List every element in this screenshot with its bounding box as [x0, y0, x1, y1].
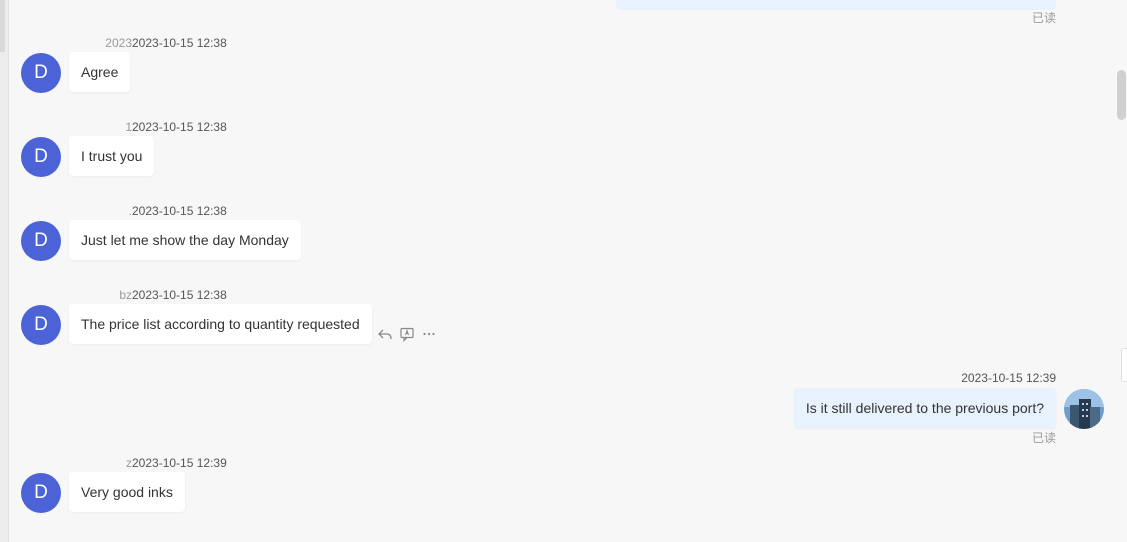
message-meta: .2023-10-15 12:38 — [70, 203, 227, 219]
avatar[interactable]: D — [21, 473, 61, 513]
message-meta: z2023-10-15 12:39 — [70, 455, 227, 471]
message-bubble[interactable]: The price list according to quantity req… — [69, 304, 372, 344]
my-message-time: 2023-10-15 12:39 — [961, 371, 1056, 385]
translate-icon[interactable] — [399, 326, 415, 342]
message-meta: 20232023-10-15 12:38 — [70, 35, 227, 51]
message-meta: 12023-10-15 12:38 — [70, 119, 227, 135]
my-message-bubble[interactable]: Is it still delivered to the previous po… — [793, 388, 1056, 428]
sender-name: . — [128, 204, 132, 218]
left-panel-tab[interactable] — [0, 0, 5, 52]
read-status: 已读 — [1032, 11, 1057, 25]
message-time: 2023-10-15 12:38 — [132, 204, 227, 218]
left-panel-edge — [0, 0, 9, 542]
message-time: 2023-10-15 12:38 — [132, 120, 227, 134]
sender-name: bz — [119, 288, 132, 302]
sender-name: z — [126, 456, 132, 470]
more-icon[interactable] — [421, 326, 437, 342]
sender-name: 2023 — [105, 36, 132, 50]
sender-name: 1 — [125, 120, 132, 134]
side-panel-toggle[interactable] — [1121, 348, 1127, 382]
message-time: 2023-10-15 12:38 — [132, 36, 227, 50]
reply-icon[interactable] — [377, 326, 393, 342]
avatar[interactable]: D — [21, 137, 61, 177]
avatar[interactable]: D — [21, 305, 61, 345]
avatar[interactable]: D — [21, 221, 61, 261]
avatar-photo-icon — [1064, 389, 1104, 429]
message-bubble[interactable]: Agree — [69, 52, 131, 92]
previous-my-message-bubble — [616, 0, 1056, 10]
avatar[interactable]: D — [21, 53, 61, 93]
my-avatar[interactable] — [1064, 389, 1104, 429]
message-time: 2023-10-15 12:39 — [132, 456, 227, 470]
scrollbar-thumb[interactable] — [1117, 70, 1126, 120]
message-bubble[interactable]: Just let me show the day Monday — [69, 220, 301, 260]
message-meta: bz2023-10-15 12:38 — [70, 287, 227, 303]
message-time: 2023-10-15 12:38 — [132, 288, 227, 302]
message-actions — [377, 326, 437, 342]
message-bubble[interactable]: I trust you — [69, 136, 155, 176]
message-bubble[interactable]: Very good inks — [69, 472, 185, 512]
read-status: 已读 — [1032, 431, 1057, 445]
